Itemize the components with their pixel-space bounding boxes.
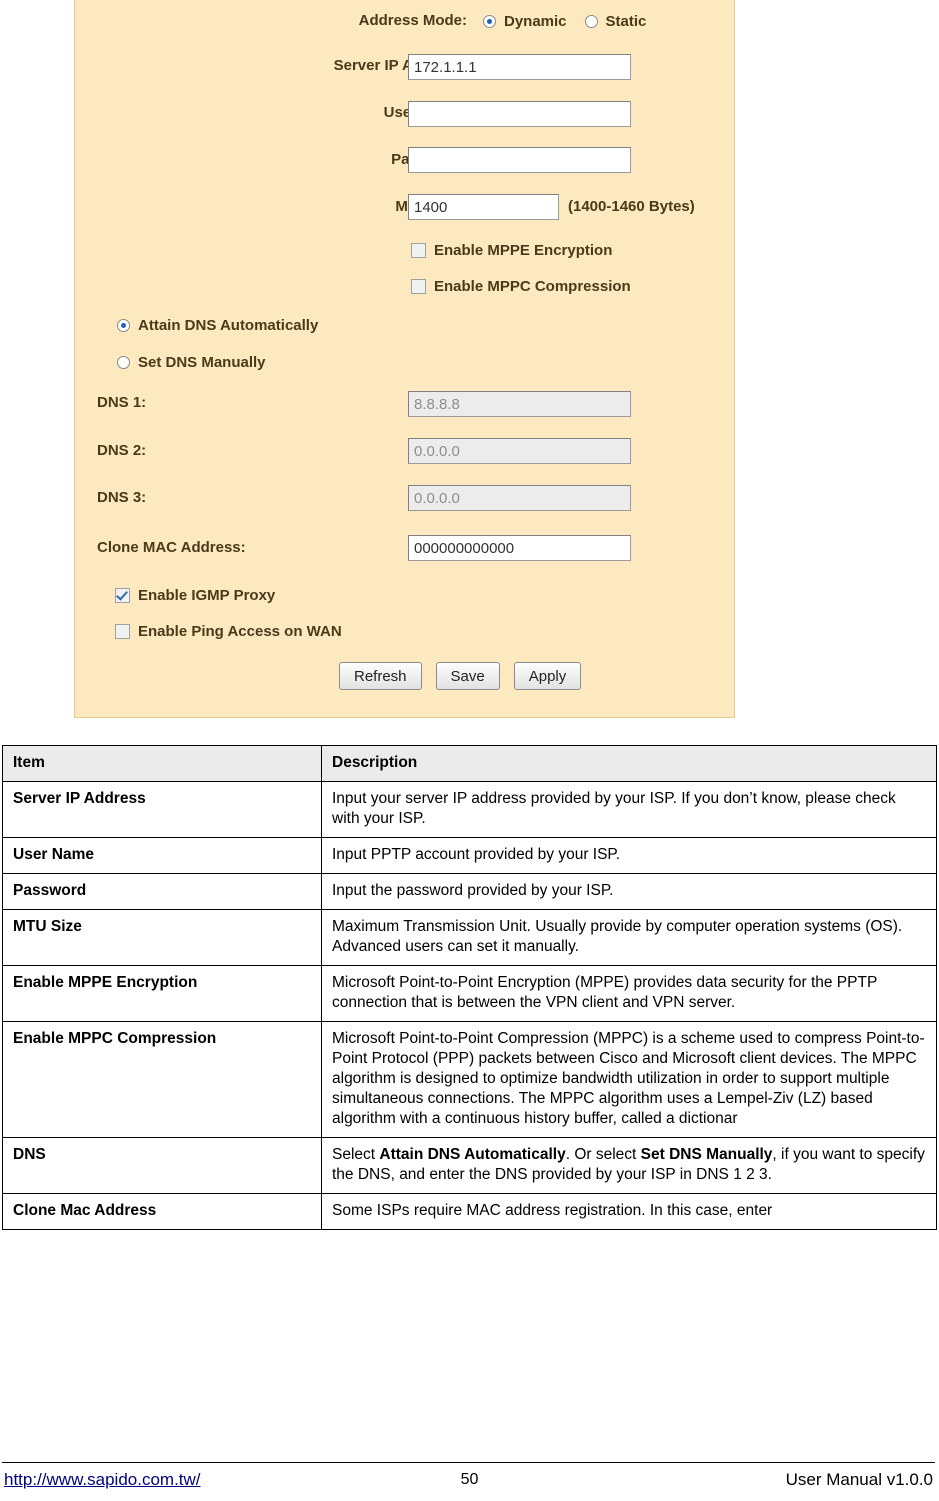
- mppc-checkbox[interactable]: [411, 279, 426, 294]
- dns2-input[interactable]: 0.0.0.0: [408, 438, 631, 464]
- dns1-input[interactable]: 8.8.8.8: [408, 391, 631, 417]
- address-mode-label: Address Mode:: [358, 12, 467, 29]
- address-mode-static-label: Static: [605, 13, 647, 30]
- mppe-checkbox[interactable]: [411, 243, 426, 258]
- description-table: Item Description Server IP Address Input…: [2, 745, 937, 1230]
- attain-dns-auto-row: Attain DNS Automatically: [117, 317, 318, 334]
- table-header-description: Description: [321, 745, 937, 782]
- mppc-label: Enable MPPC Compression: [434, 278, 631, 295]
- row-description: Some ISPs require MAC address registrati…: [321, 1193, 937, 1230]
- address-mode-dynamic-radio[interactable]: [483, 15, 496, 28]
- ping-access-label: Enable Ping Access on WAN: [138, 623, 342, 640]
- ping-row: Enable Ping Access on WAN: [115, 623, 342, 640]
- row-item: Enable MPPE Encryption: [2, 965, 322, 1022]
- set-dns-manually-label: Set DNS Manually: [138, 354, 266, 371]
- address-mode-dynamic-label: Dynamic: [504, 13, 567, 30]
- mtu-input[interactable]: 1400: [408, 194, 559, 220]
- row-item: Enable MPPC Compression: [2, 1021, 322, 1138]
- clone-mac-label: Clone MAC Address:: [97, 539, 246, 556]
- table-row: Enable MPPE Encryption Microsoft Point-t…: [2, 965, 937, 1022]
- dns2-label-row: DNS 2:: [97, 442, 367, 459]
- dns1-label: DNS 1:: [97, 394, 147, 411]
- row-description: Select Attain DNS Automatically. Or sele…: [321, 1137, 937, 1194]
- table-header-item: Item: [2, 745, 322, 782]
- mppe-row: Enable MPPE Encryption: [411, 242, 612, 259]
- table-row: Clone Mac Address Some ISPs require MAC …: [2, 1193, 937, 1230]
- table-header-row: Item Description: [2, 745, 937, 782]
- mtu-hint: (1400-1460 Bytes): [568, 198, 695, 215]
- row-description: Input your server IP address provided by…: [321, 781, 937, 838]
- document-page: Address Mode: Dynamic Static Server IP A…: [0, 0, 939, 1501]
- row-item: Server IP Address: [2, 781, 322, 838]
- address-mode-static-radio[interactable]: [584, 15, 598, 28]
- row-item: Password: [2, 873, 322, 910]
- address-mode-options: Dynamic Static: [483, 13, 646, 30]
- dns3-input[interactable]: 0.0.0.0: [408, 485, 631, 511]
- row-item: MTU Size: [2, 909, 322, 966]
- footer-manual-version: User Manual v1.0.0: [785, 1470, 933, 1489]
- row-description: Microsoft Point-to-Point Compression (MP…: [321, 1021, 937, 1138]
- row-description: Maximum Transmission Unit. Usually provi…: [321, 909, 937, 966]
- row-item: Clone Mac Address: [2, 1193, 322, 1230]
- apply-button[interactable]: Apply: [513, 662, 582, 690]
- table-row: MTU Size Maximum Transmission Unit. Usua…: [2, 909, 937, 966]
- password-input[interactable]: [408, 147, 631, 173]
- mppe-label: Enable MPPE Encryption: [434, 242, 613, 259]
- igmp-row: Enable IGMP Proxy: [115, 587, 275, 604]
- clone-mac-input[interactable]: 000000000000: [408, 535, 631, 561]
- page-footer: http://www.sapido.com.tw/ 50 User Manual…: [0, 1462, 939, 1501]
- row-description: Microsoft Point-to-Point Encryption (MPP…: [321, 965, 937, 1022]
- set-dns-manually-row: Set DNS Manually: [117, 354, 266, 371]
- dns1-label-row: DNS 1:: [97, 394, 367, 411]
- row-item: User Name: [2, 837, 322, 874]
- address-mode-label-row: Address Mode:: [97, 12, 467, 29]
- ping-access-checkbox[interactable]: [115, 624, 130, 639]
- igmp-proxy-checkbox[interactable]: [115, 588, 130, 603]
- attain-dns-automatically-label: Attain DNS Automatically: [138, 317, 319, 334]
- table-row: DNS Select Attain DNS Automatically. Or …: [2, 1137, 937, 1194]
- row-description: Input PPTP account provided by your ISP.: [321, 837, 937, 874]
- attain-dns-automatically-radio[interactable]: [117, 319, 130, 332]
- refresh-button[interactable]: Refresh: [339, 662, 422, 690]
- clone-mac-label-row: Clone MAC Address:: [97, 539, 367, 556]
- row-description: Input the password provided by your ISP.: [321, 873, 937, 910]
- igmp-proxy-label: Enable IGMP Proxy: [138, 587, 276, 604]
- user-name-input[interactable]: [408, 101, 631, 127]
- dns3-label: DNS 3:: [97, 489, 147, 506]
- table-row: User Name Input PPTP account provided by…: [2, 837, 937, 874]
- dns2-label: DNS 2:: [97, 442, 147, 459]
- table-row: Password Input the password provided by …: [2, 873, 937, 910]
- save-button[interactable]: Save: [435, 662, 500, 690]
- router-config-panel: Address Mode: Dynamic Static Server IP A…: [74, 0, 735, 718]
- row-item: DNS: [2, 1137, 322, 1194]
- footer-divider: [2, 1462, 935, 1463]
- mppc-row: Enable MPPC Compression: [411, 278, 631, 295]
- server-ip-input[interactable]: 172.1.1.1: [408, 54, 631, 80]
- table-row: Server IP Address Input your server IP a…: [2, 781, 937, 838]
- panel-buttons: Refresh Save Apply: [339, 662, 582, 690]
- set-dns-manually-radio[interactable]: [117, 356, 130, 369]
- dns3-label-row: DNS 3:: [97, 489, 367, 506]
- table-row: Enable MPPC Compression Microsoft Point-…: [2, 1021, 937, 1138]
